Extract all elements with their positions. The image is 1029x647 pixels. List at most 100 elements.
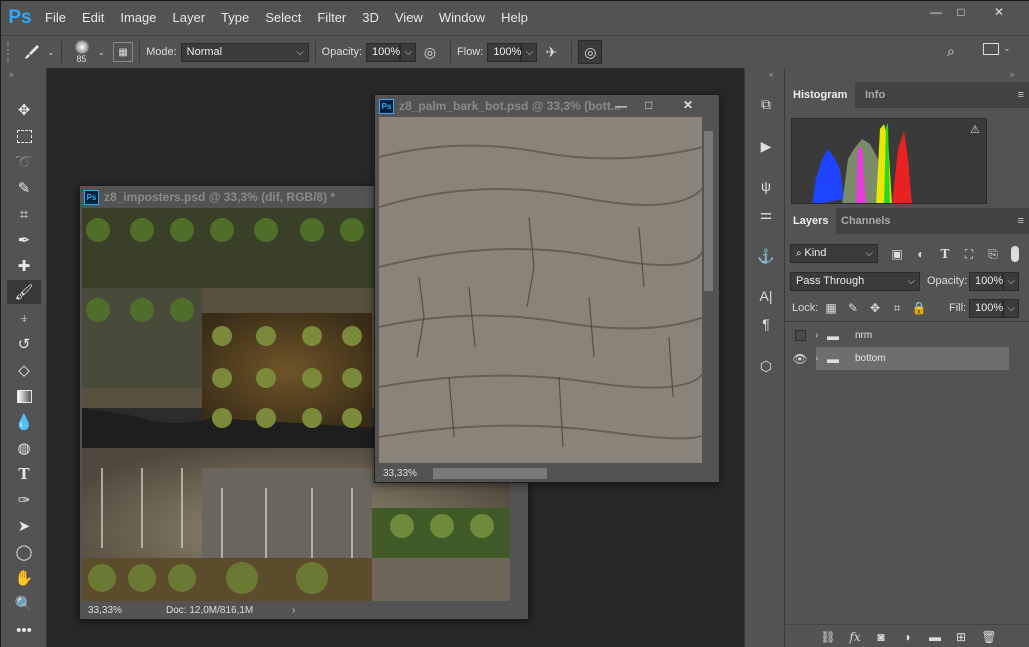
menu-file[interactable]: File — [37, 1, 74, 35]
menu-type[interactable]: Type — [213, 1, 257, 35]
filter-type-icon[interactable]: T — [935, 244, 955, 264]
palm-bark-canvas[interactable] — [379, 117, 704, 463]
brush-presets-icon[interactable]: ψ — [753, 174, 779, 198]
blur-tool-icon[interactable]: 💧 — [7, 410, 41, 434]
history-brush-tool-icon[interactable]: ↺ — [7, 332, 41, 356]
link-layers-icon[interactable]: ⛓ — [818, 627, 838, 647]
fx-icon[interactable]: fx — [845, 627, 865, 647]
stamp-tool-icon[interactable]: ⍖ — [7, 306, 41, 330]
visibility-eye-icon[interactable]: 👁 — [785, 352, 815, 366]
airbrush-icon[interactable]: ✈ — [537, 44, 565, 61]
delete-layer-icon[interactable]: 🗑 — [979, 627, 999, 647]
document-title-bar[interactable]: Ps z8_palm_bark_bot.psd @ 33,3% (bott...… — [375, 95, 719, 117]
workspace-dropdown-icon[interactable]: ⌄ — [1003, 43, 1011, 54]
close-button[interactable]: ✕ — [982, 4, 1016, 20]
tab-info[interactable]: Info — [857, 82, 893, 108]
new-layer-icon[interactable]: ⊞ — [951, 627, 971, 647]
visibility-toggle-off[interactable] — [785, 330, 815, 341]
layer-row-nrm[interactable]: › ▬ nrm — [785, 324, 1029, 347]
3d-panel-icon[interactable]: ⬡ — [753, 354, 779, 378]
brush-preset-picker[interactable]: 85 — [68, 40, 96, 64]
hand-tool-icon[interactable]: ✋ — [7, 566, 41, 590]
menu-layer[interactable]: Layer — [165, 1, 214, 35]
menu-edit[interactable]: Edit — [74, 1, 112, 35]
doc-minimize-button[interactable]: — — [615, 99, 627, 113]
opacity-input[interactable]: 100% — [366, 42, 400, 62]
actions-panel-icon[interactable]: ▶ — [753, 134, 779, 158]
panel-menu-icon[interactable]: ≡ — [1018, 215, 1024, 227]
tool-preset-arrow-icon[interactable]: ⌄ — [47, 47, 55, 58]
tab-histogram[interactable]: Histogram — [785, 82, 856, 108]
layer-opacity-dropdown[interactable]: ⌵ — [1003, 272, 1019, 291]
lock-transparent-icon[interactable]: ▦ — [821, 298, 841, 318]
menu-filter[interactable]: Filter — [309, 1, 354, 35]
adjustment-layer-icon[interactable]: ◑ — [897, 627, 917, 647]
eyedropper-tool-icon[interactable]: ✒ — [7, 228, 41, 252]
menu-image[interactable]: Image — [112, 1, 164, 35]
type-tool-icon[interactable]: T — [7, 462, 41, 486]
workspace-icon[interactable] — [983, 43, 999, 55]
add-mask-icon[interactable]: ◙ — [871, 627, 891, 647]
menu-view[interactable]: View — [387, 1, 431, 35]
filter-toggle[interactable] — [1011, 246, 1019, 262]
gradient-tool-icon[interactable] — [7, 384, 41, 408]
clone-source-icon[interactable]: ⚓ — [753, 244, 779, 268]
chevron-right-icon[interactable]: › — [815, 353, 827, 364]
zoom-level[interactable]: 33,33% — [80, 605, 152, 616]
brush-settings-icon[interactable]: ⚌ — [753, 202, 779, 226]
quick-select-tool-icon[interactable]: ✎ — [7, 176, 41, 200]
tab-layers[interactable]: Layers — [785, 208, 837, 234]
menu-select[interactable]: Select — [257, 1, 309, 35]
doc-restore-button[interactable]: □ — [645, 98, 652, 112]
brush-icon[interactable] — [17, 43, 47, 61]
pen-tool-icon[interactable]: ✑ — [7, 488, 41, 512]
move-tool-icon[interactable]: ✥ — [7, 98, 41, 122]
lock-artboard-icon[interactable]: ⌗ — [887, 298, 907, 318]
crop-tool-icon[interactable]: ⌗ — [7, 202, 41, 226]
filter-smart-object-icon[interactable]: ⎘ — [983, 244, 1003, 264]
fill-input[interactable]: 100% — [969, 299, 1003, 318]
collapse-arrows-icon[interactable]: » — [1010, 70, 1014, 79]
filter-shape-icon[interactable]: ⛶ — [959, 244, 979, 264]
warning-icon[interactable]: ⚠ — [970, 123, 980, 136]
filter-adjustment-icon[interactable]: ◐ — [911, 244, 931, 264]
dodge-tool-icon[interactable]: ◍ — [7, 436, 41, 460]
layer-row-bottom[interactable]: 👁 › ▬ bottom — [785, 347, 1029, 370]
lasso-tool-icon[interactable]: ➰ — [7, 150, 41, 174]
search-icon[interactable]: ⌕ — [947, 43, 955, 60]
restore-button[interactable]: □ — [945, 4, 977, 20]
marquee-tool-icon[interactable] — [7, 124, 41, 148]
eraser-tool-icon[interactable]: ◇ — [7, 358, 41, 382]
flow-dropdown[interactable]: ⌵ — [521, 42, 538, 62]
more-tools-icon[interactable]: ••• — [7, 618, 41, 642]
doc-close-button[interactable]: ✕ — [683, 98, 693, 112]
document-window-palm-bark[interactable]: Ps z8_palm_bark_bot.psd @ 33,3% (bott...… — [374, 94, 720, 483]
menu-window[interactable]: Window — [431, 1, 493, 35]
brush-panel-toggle-icon[interactable]: ▦ — [113, 42, 134, 62]
pressure-opacity-icon[interactable]: ◎ — [416, 44, 444, 61]
opacity-dropdown[interactable]: ⌵ — [400, 42, 417, 62]
history-panel-icon[interactable]: ⧉ — [753, 92, 779, 116]
horizontal-scrollbar-thumb[interactable] — [433, 467, 547, 479]
lock-all-icon[interactable]: 🔒 — [909, 298, 929, 318]
brush-picker-arrow-icon[interactable]: ⌄ — [98, 47, 106, 58]
layer-filter-select[interactable]: ⌕ Kind ⌵ — [790, 244, 878, 263]
character-panel-icon[interactable]: A| — [753, 284, 779, 308]
mode-select[interactable]: Normal ⌵ — [180, 42, 309, 62]
zoom-tool-icon[interactable]: 🔍 — [7, 592, 41, 616]
new-group-icon[interactable]: ▬ — [925, 627, 945, 647]
blend-mode-select[interactable]: Pass Through ⌵ — [790, 272, 920, 291]
lock-image-icon[interactable]: ✎ — [843, 298, 863, 318]
brush-tool-icon[interactable]: 🖌 — [7, 280, 41, 304]
path-select-tool-icon[interactable]: ➤ — [7, 514, 41, 538]
grip-handle[interactable] — [7, 42, 17, 62]
zoom-level[interactable]: 33,33% — [375, 468, 433, 479]
collapse-arrows-icon[interactable]: » — [9, 70, 13, 79]
tab-channels[interactable]: Channels — [833, 208, 899, 234]
chevron-right-icon[interactable]: › — [815, 330, 827, 341]
fill-dropdown[interactable]: ⌵ — [1003, 299, 1019, 318]
vertical-scrollbar[interactable] — [702, 117, 715, 463]
filter-pixel-icon[interactable]: ▣ — [887, 244, 907, 264]
collapse-arrows-icon[interactable]: « — [769, 70, 773, 79]
lock-position-icon[interactable]: ✥ — [865, 298, 885, 318]
